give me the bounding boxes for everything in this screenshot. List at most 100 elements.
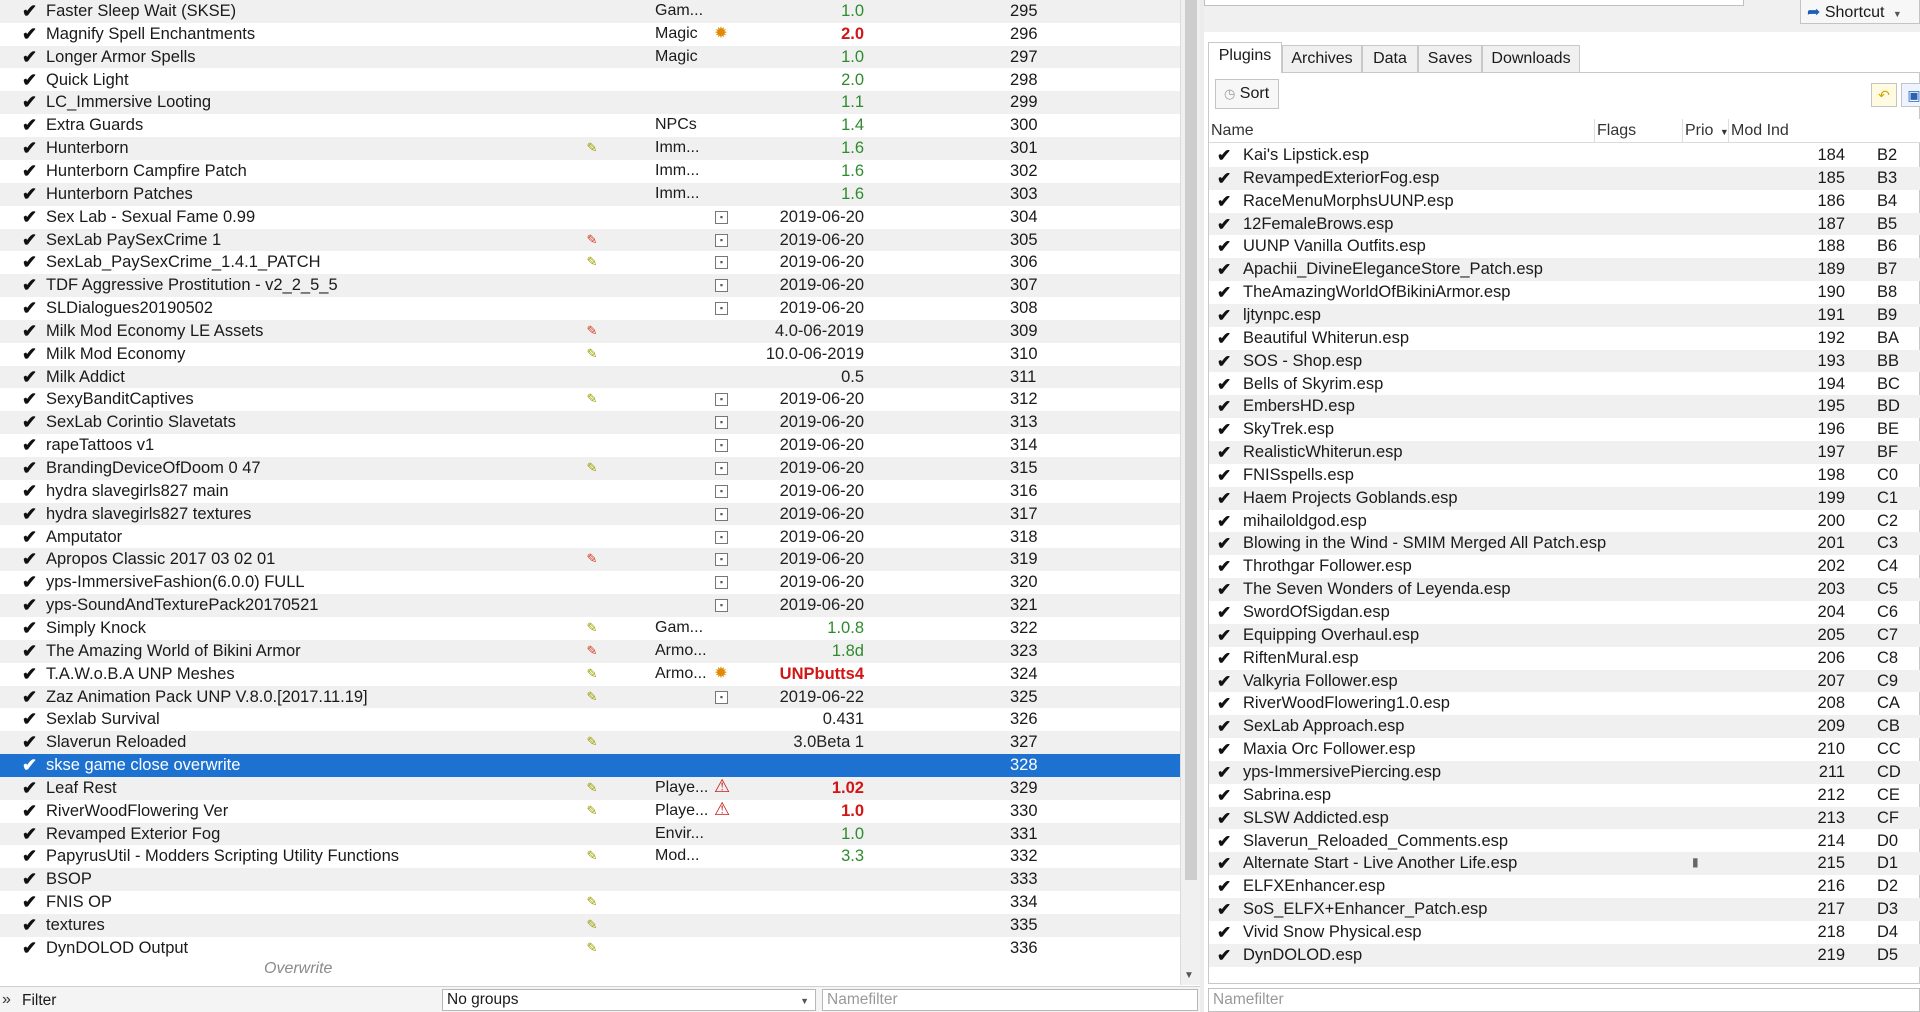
mod-enabled-checkbox[interactable]: ✔: [22, 756, 39, 774]
mod-row[interactable]: ✔ TDF Aggressive Prostitution - v2_2_5_5 ▪…: [0, 274, 1180, 297]
plugin-row[interactable]: ✔ Valkyria Follower.esp 207 C9: [1209, 669, 1920, 693]
plugin-row[interactable]: ✔ Blowing in the Wind - SMIM Merged All P…: [1209, 532, 1920, 556]
plugin-enabled-checkbox[interactable]: ✔: [1217, 809, 1231, 829]
plugin-row[interactable]: ✔ Vivid Snow Physical.esp 218 D4: [1209, 921, 1920, 944]
tab-data[interactable]: Data: [1362, 45, 1418, 73]
plugin-enabled-checkbox[interactable]: ✔: [1217, 557, 1231, 577]
mod-enabled-checkbox[interactable]: ✔: [22, 619, 39, 637]
mod-row[interactable]: ✔ Faster Sleep Wait (SKSE) Gam... 1.0 295: [0, 0, 1180, 23]
mod-enabled-checkbox[interactable]: ✔: [22, 482, 39, 500]
mod-row[interactable]: ✔ T.A.W.o.B.A UNP Meshes ✎ Armo... ✹ UNPbutts…: [0, 663, 1180, 686]
mod-enabled-checkbox[interactable]: ✔: [22, 253, 39, 271]
plugin-enabled-checkbox[interactable]: ✔: [1217, 946, 1231, 966]
header-prio[interactable]: Prio ▼: [1683, 119, 1729, 143]
mod-row[interactable]: ✔ Hunterborn ✎ Imm... 1.6 301: [0, 137, 1180, 160]
plugin-row[interactable]: ✔ RiverWoodFlowering1.0.esp 208 CA: [1209, 692, 1920, 715]
plugin-enabled-checkbox[interactable]: ✔: [1217, 397, 1231, 417]
plugin-row[interactable]: ✔ UUNP Vanilla Outfits.esp 188 B6: [1209, 235, 1920, 258]
plugin-row[interactable]: ✔ Maxia Orc Follower.esp 210 CC: [1209, 738, 1920, 761]
tab-downloads[interactable]: Downloads: [1482, 45, 1580, 73]
mod-enabled-checkbox[interactable]: ✔: [22, 48, 39, 66]
plugin-enabled-checkbox[interactable]: ✔: [1217, 489, 1231, 509]
scroll-down-icon[interactable]: ▼: [1184, 970, 1194, 981]
mod-row[interactable]: ✔ Sexlab Survival 0.431 326: [0, 708, 1180, 731]
plugin-row[interactable]: ✔ Throthgar Follower.esp 202 C4: [1209, 555, 1920, 578]
mod-row[interactable]: ✔ yps-ImmersiveFashion(6.0.0) FULL ▪ 2019-0…: [0, 571, 1180, 594]
plugin-enabled-checkbox[interactable]: ✔: [1217, 512, 1231, 532]
mod-enabled-checkbox[interactable]: ✔: [22, 505, 39, 523]
mod-namefilter-input[interactable]: Namefilter: [822, 989, 1198, 1011]
mod-row[interactable]: ✔ Apropos Classic 2017 03 02 01 ✎ ▪ 2019-06-…: [0, 548, 1180, 572]
mod-row[interactable]: ✔ The Amazing World of Bikini Armor ✎ Armo.…: [0, 639, 1180, 663]
plugin-enabled-checkbox[interactable]: ✔: [1217, 534, 1231, 554]
plugin-enabled-checkbox[interactable]: ✔: [1217, 672, 1231, 692]
mod-enabled-checkbox[interactable]: ✔: [22, 139, 39, 157]
mod-enabled-checkbox[interactable]: ✔: [22, 573, 39, 591]
mod-enabled-checkbox[interactable]: ✔: [22, 2, 39, 20]
mod-enabled-checkbox[interactable]: ✔: [22, 162, 39, 180]
plugin-enabled-checkbox[interactable]: ✔: [1217, 420, 1231, 440]
plugin-namefilter-input[interactable]: Namefilter: [1208, 988, 1920, 1012]
plugin-enabled-checkbox[interactable]: ✔: [1217, 283, 1231, 303]
plugin-enabled-checkbox[interactable]: ✔: [1217, 786, 1231, 806]
sort-button[interactable]: ◷ Sort: [1215, 79, 1279, 109]
plugin-row[interactable]: ✔ RiftenMural.esp 206 C8: [1209, 647, 1920, 670]
header-mod-index[interactable]: Mod Ind: [1729, 119, 1920, 143]
plugin-row[interactable]: ✔ EmbersHD.esp 195 BD: [1209, 395, 1920, 419]
plugin-row[interactable]: ✔ SwordOfSigdan.esp 204 C6: [1209, 601, 1920, 624]
tab-plugins[interactable]: Plugins: [1208, 42, 1282, 73]
mod-row[interactable]: ✔ Zaz Animation Pack UNP V.8.0.[2017.11.1…: [0, 685, 1180, 709]
mod-enabled-checkbox[interactable]: ✔: [22, 436, 39, 454]
plugin-enabled-checkbox[interactable]: ✔: [1217, 649, 1231, 669]
mod-row[interactable]: ✔ Hunterborn Patches Imm... 1.6 303: [0, 182, 1180, 206]
plugin-row[interactable]: ✔ ljtynpc.esp 191 B9: [1209, 303, 1920, 327]
plugin-enabled-checkbox[interactable]: ✔: [1217, 146, 1231, 166]
mod-enabled-checkbox[interactable]: ✔: [22, 665, 39, 683]
mod-row[interactable]: ✔ Milk Mod Economy ✎ 10.0-06-2019 310: [0, 343, 1180, 366]
mod-row[interactable]: ✔ Milk Addict 0.5 311: [0, 365, 1180, 389]
profile-field[interactable]: [1204, 0, 1744, 6]
mod-enabled-checkbox[interactable]: ✔: [22, 208, 39, 226]
mod-row[interactable]: ✔ Slaverun Reloaded ✎ 3.0Beta 1 327: [0, 731, 1180, 754]
plugin-row[interactable]: ✔ Apachii_DivineEleganceStore_Patch.esp 18…: [1209, 258, 1920, 282]
plugin-enabled-checkbox[interactable]: ✔: [1217, 740, 1231, 760]
plugin-row[interactable]: ✔ mihailoldgod.esp 200 C2: [1209, 510, 1920, 533]
mod-enabled-checkbox[interactable]: ✔: [22, 116, 39, 134]
mod-enabled-checkbox[interactable]: ✔: [22, 459, 39, 477]
mod-row[interactable]: ✔ SexLab Corintio Slavetats ▪ 2019-06-20 313: [0, 411, 1180, 435]
mod-enabled-checkbox[interactable]: ✔: [22, 299, 39, 317]
groups-select[interactable]: No groups ▼: [442, 989, 816, 1011]
mod-row[interactable]: ✔ textures ✎ 335: [0, 914, 1180, 937]
mod-enabled-checkbox[interactable]: ✔: [22, 93, 39, 111]
plugin-enabled-checkbox[interactable]: ✔: [1217, 466, 1231, 486]
plugin-row[interactable]: ✔ RealisticWhiterun.esp 197 BF: [1209, 441, 1920, 464]
plugin-row[interactable]: ✔ The Seven Wonders of Leyenda.esp 203 C5: [1209, 578, 1920, 601]
plugin-row[interactable]: ✔ SLSW Addicted.esp 213 CF: [1209, 806, 1920, 830]
mod-row[interactable]: ✔ SexLab_PaySexCrime_1.4.1_PATCH ✎ ▪ 2019-06…: [0, 251, 1180, 274]
mod-row[interactable]: ✔ FNIS OP ✎ 334: [0, 891, 1180, 914]
mod-enabled-checkbox[interactable]: ✔: [22, 802, 39, 820]
plugin-enabled-checkbox[interactable]: ✔: [1217, 854, 1231, 874]
plugin-row[interactable]: ✔ Equipping Overhaul.esp 205 C7: [1209, 623, 1920, 647]
scrollbar-thumb[interactable]: [1185, 0, 1197, 880]
mod-enabled-checkbox[interactable]: ✔: [22, 710, 39, 728]
plugin-row[interactable]: ✔ Kai's Lipstick.esp 184 B2: [1209, 144, 1920, 167]
mod-enabled-checkbox[interactable]: ✔: [22, 870, 39, 888]
plugin-row[interactable]: ✔ FNISspells.esp 198 C0: [1209, 464, 1920, 487]
mod-row[interactable]: ✔ Simply Knock ✎ Gam... 1.0.8 322: [0, 617, 1180, 640]
mod-enabled-checkbox[interactable]: ✔: [22, 528, 39, 546]
plugin-row[interactable]: ✔ Slaverun_Reloaded_Comments.esp 214 D0: [1209, 830, 1920, 853]
mod-enabled-checkbox[interactable]: ✔: [22, 642, 39, 660]
mod-enabled-checkbox[interactable]: ✔: [22, 939, 39, 957]
plugin-enabled-checkbox[interactable]: ✔: [1217, 215, 1231, 235]
plugin-row[interactable]: ✔ 12FemaleBrows.esp 187 B5: [1209, 212, 1920, 236]
mod-row[interactable]: ✔ yps-SoundAndTexturePack20170521 ▪ 2019-06…: [0, 594, 1180, 617]
mod-enabled-checkbox[interactable]: ✔: [22, 231, 39, 249]
mod-enabled-checkbox[interactable]: ✔: [22, 322, 39, 340]
plugin-row[interactable]: ✔ SkyTrek.esp 196 BE: [1209, 418, 1920, 441]
plugin-enabled-checkbox[interactable]: ✔: [1217, 237, 1231, 257]
mod-row[interactable]: ✔ SexLab PaySexCrime 1 ✎ ▪ 2019-06-20 305: [0, 228, 1180, 252]
plugin-enabled-checkbox[interactable]: ✔: [1217, 626, 1231, 646]
plugin-enabled-checkbox[interactable]: ✔: [1217, 329, 1231, 349]
mod-row[interactable]: ✔ Quick Light 2.0 298: [0, 69, 1180, 92]
